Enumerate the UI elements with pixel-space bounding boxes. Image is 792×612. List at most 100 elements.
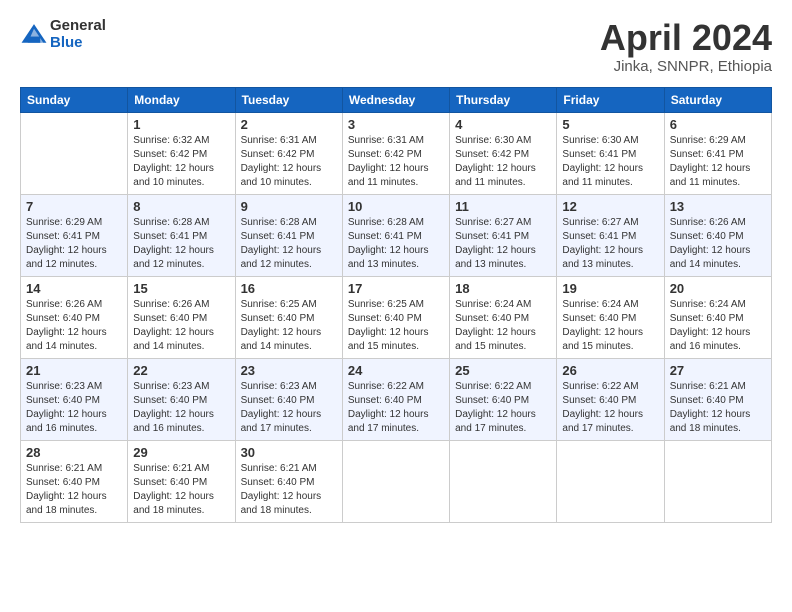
calendar-cell: 2 Sunrise: 6:31 AMSunset: 6:42 PMDaylight… <box>235 112 342 194</box>
day-number: 16 <box>241 281 337 296</box>
day-number: 12 <box>562 199 658 214</box>
day-info: Sunrise: 6:28 AMSunset: 6:41 PMDaylight:… <box>348 216 444 272</box>
calendar-cell: 3Sunrise: 6:31 AMSunset: 6:42 PMDaylight… <box>342 112 449 194</box>
logo: General Blue <box>20 18 106 51</box>
calendar-cell: 15 Sunrise: 6:26 AMSunset: 6:40 PMDayligh… <box>128 276 235 358</box>
calendar-cell: 14Sunrise: 6:26 AMSunset: 6:40 PMDayligh… <box>21 276 128 358</box>
calendar-cell: 10 Sunrise: 6:28 AMSunset: 6:41 PMDayligh… <box>342 194 449 276</box>
day-info: Sunrise: 6:24 AMSunset: 6:40 PMDaylight:… <box>455 298 551 354</box>
day-number: 25 <box>455 363 551 378</box>
day-number: 6 <box>670 117 766 132</box>
calendar-cell: 9Sunrise: 6:28 AMSunset: 6:41 PMDaylight… <box>235 194 342 276</box>
day-info: Sunrise: 6:21 AMSunset: 6:40 PMDaylight:… <box>241 462 337 518</box>
day-info: Sunrise: 6:21 AMSunset: 6:40 PMDaylight:… <box>26 462 122 518</box>
day-number: 26 <box>562 363 658 378</box>
day-info: Sunrise: 6:25 AMSunset: 6:40 PMDaylight:… <box>241 298 337 354</box>
logo-text: General Blue <box>50 18 106 51</box>
day-info: Sunrise: 6:32 AMSunset: 6:42 PMDaylight:… <box>133 134 229 190</box>
calendar-cell: 22 Sunrise: 6:23 AMSunset: 6:40 PMDayligh… <box>128 358 235 440</box>
col-header-monday: Monday <box>128 87 235 112</box>
col-header-tuesday: Tuesday <box>235 87 342 112</box>
day-info: Sunrise: 6:26 AMSunset: 6:40 PMDaylight:… <box>26 298 122 354</box>
calendar-cell: 20 Sunrise: 6:24 AMSunset: 6:40 PMDayligh… <box>664 276 771 358</box>
calendar-cell: 25 Sunrise: 6:22 AMSunset: 6:40 PMDayligh… <box>450 358 557 440</box>
calendar-cell: 1 Sunrise: 6:32 AMSunset: 6:42 PMDaylight… <box>128 112 235 194</box>
day-number: 24 <box>348 363 444 378</box>
day-number: 19 <box>562 281 658 296</box>
day-info: Sunrise: 6:31 AMSunset: 6:42 PMDaylight:… <box>241 134 337 190</box>
day-info: Sunrise: 6:27 AMSunset: 6:41 PMDaylight:… <box>455 216 551 272</box>
day-number: 7 <box>26 199 122 214</box>
calendar-cell <box>342 440 449 522</box>
calendar-cell: 29 Sunrise: 6:21 AMSunset: 6:40 PMDayligh… <box>128 440 235 522</box>
location: Jinka, SNNPR, Ethiopia <box>600 58 772 75</box>
col-header-wednesday: Wednesday <box>342 87 449 112</box>
calendar-header-row: SundayMondayTuesdayWednesdayThursdayFrid… <box>21 87 772 112</box>
calendar-cell: 23 Sunrise: 6:23 AMSunset: 6:40 PMDayligh… <box>235 358 342 440</box>
calendar-week-3: 14Sunrise: 6:26 AMSunset: 6:40 PMDayligh… <box>21 276 772 358</box>
calendar: SundayMondayTuesdayWednesdayThursdayFrid… <box>20 87 772 523</box>
day-number: 21 <box>26 363 122 378</box>
calendar-cell: 16 Sunrise: 6:25 AMSunset: 6:40 PMDayligh… <box>235 276 342 358</box>
day-info: Sunrise: 6:31 AMSunset: 6:42 PMDaylight:… <box>348 134 444 190</box>
day-info: Sunrise: 6:23 AMSunset: 6:40 PMDaylight:… <box>241 380 337 436</box>
calendar-cell: 4 Sunrise: 6:30 AMSunset: 6:42 PMDaylight… <box>450 112 557 194</box>
day-number: 22 <box>133 363 229 378</box>
day-number: 5 <box>562 117 658 132</box>
day-number: 29 <box>133 445 229 460</box>
logo-icon <box>20 21 48 49</box>
day-info: Sunrise: 6:28 AMSunset: 6:41 PMDaylight:… <box>241 216 337 272</box>
calendar-cell: 26 Sunrise: 6:22 AMSunset: 6:40 PMDayligh… <box>557 358 664 440</box>
day-info: Sunrise: 6:26 AMSunset: 6:40 PMDaylight:… <box>133 298 229 354</box>
day-number: 4 <box>455 117 551 132</box>
day-info: Sunrise: 6:21 AMSunset: 6:40 PMDaylight:… <box>133 462 229 518</box>
day-info: Sunrise: 6:22 AMSunset: 6:40 PMDaylight:… <box>562 380 658 436</box>
calendar-cell: 24Sunrise: 6:22 AMSunset: 6:40 PMDayligh… <box>342 358 449 440</box>
day-info: Sunrise: 6:29 AMSunset: 6:41 PMDaylight:… <box>26 216 122 272</box>
calendar-cell: 27 Sunrise: 6:21 AMSunset: 6:40 PMDayligh… <box>664 358 771 440</box>
calendar-cell <box>664 440 771 522</box>
day-info: Sunrise: 6:29 AMSunset: 6:41 PMDaylight:… <box>670 134 766 190</box>
page: General Blue April 2024 Jinka, SNNPR, Et… <box>0 0 792 612</box>
calendar-cell: 13Sunrise: 6:26 AMSunset: 6:40 PMDayligh… <box>664 194 771 276</box>
day-info: Sunrise: 6:24 AMSunset: 6:40 PMDaylight:… <box>670 298 766 354</box>
calendar-cell <box>557 440 664 522</box>
calendar-cell: 5 Sunrise: 6:30 AMSunset: 6:41 PMDaylight… <box>557 112 664 194</box>
day-number: 27 <box>670 363 766 378</box>
calendar-cell: 21 Sunrise: 6:23 AMSunset: 6:40 PMDayligh… <box>21 358 128 440</box>
calendar-cell <box>450 440 557 522</box>
day-info: Sunrise: 6:30 AMSunset: 6:42 PMDaylight:… <box>455 134 551 190</box>
calendar-cell: 18 Sunrise: 6:24 AMSunset: 6:40 PMDayligh… <box>450 276 557 358</box>
day-info: Sunrise: 6:30 AMSunset: 6:41 PMDaylight:… <box>562 134 658 190</box>
calendar-cell <box>21 112 128 194</box>
day-number: 17 <box>348 281 444 296</box>
calendar-cell: 8Sunrise: 6:28 AMSunset: 6:41 PMDaylight… <box>128 194 235 276</box>
day-number: 1 <box>133 117 229 132</box>
day-number: 8 <box>133 199 229 214</box>
calendar-cell: 11 Sunrise: 6:27 AMSunset: 6:41 PMDayligh… <box>450 194 557 276</box>
day-number: 2 <box>241 117 337 132</box>
calendar-week-2: 7 Sunrise: 6:29 AMSunset: 6:41 PMDaylight… <box>21 194 772 276</box>
day-info: Sunrise: 6:23 AMSunset: 6:40 PMDaylight:… <box>133 380 229 436</box>
day-info: Sunrise: 6:22 AMSunset: 6:40 PMDaylight:… <box>455 380 551 436</box>
calendar-cell: 7 Sunrise: 6:29 AMSunset: 6:41 PMDaylight… <box>21 194 128 276</box>
day-number: 15 <box>133 281 229 296</box>
title-block: April 2024 Jinka, SNNPR, Ethiopia <box>600 18 772 75</box>
day-info: Sunrise: 6:23 AMSunset: 6:40 PMDaylight:… <box>26 380 122 436</box>
calendar-cell: 19Sunrise: 6:24 AMSunset: 6:40 PMDayligh… <box>557 276 664 358</box>
col-header-thursday: Thursday <box>450 87 557 112</box>
day-info: Sunrise: 6:21 AMSunset: 6:40 PMDaylight:… <box>670 380 766 436</box>
day-number: 20 <box>670 281 766 296</box>
day-number: 18 <box>455 281 551 296</box>
day-number: 30 <box>241 445 337 460</box>
calendar-cell: 17 Sunrise: 6:25 AMSunset: 6:40 PMDayligh… <box>342 276 449 358</box>
day-number: 11 <box>455 199 551 214</box>
day-info: Sunrise: 6:27 AMSunset: 6:41 PMDaylight:… <box>562 216 658 272</box>
header: General Blue April 2024 Jinka, SNNPR, Et… <box>20 18 772 75</box>
day-number: 13 <box>670 199 766 214</box>
day-number: 10 <box>348 199 444 214</box>
day-info: Sunrise: 6:25 AMSunset: 6:40 PMDaylight:… <box>348 298 444 354</box>
day-number: 23 <box>241 363 337 378</box>
calendar-cell: 12 Sunrise: 6:27 AMSunset: 6:41 PMDayligh… <box>557 194 664 276</box>
day-number: 28 <box>26 445 122 460</box>
